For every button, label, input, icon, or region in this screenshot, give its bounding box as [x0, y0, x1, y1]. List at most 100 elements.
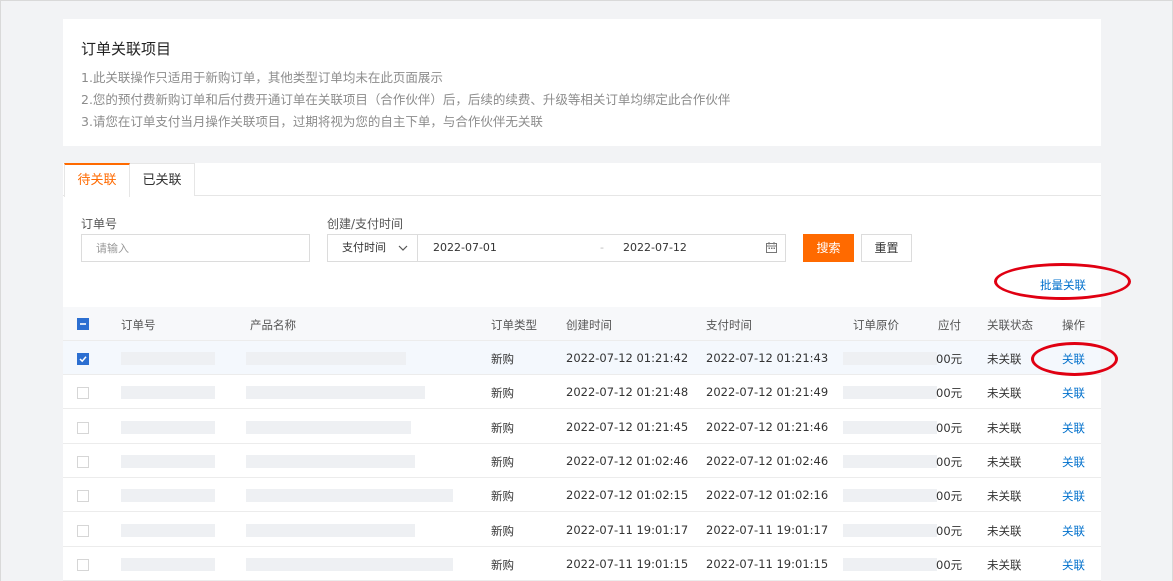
- cell-payable: 00元: [936, 557, 963, 572]
- cell-created: 2022-07-12 01:21:48: [566, 385, 689, 400]
- batch-link-button[interactable]: 批量关联: [1040, 277, 1086, 293]
- row-checkbox[interactable]: [77, 490, 89, 503]
- time-type-value: 支付时间: [342, 241, 386, 254]
- end-date[interactable]: 2022-07-12: [623, 235, 687, 261]
- cell-created: 2022-07-11 19:01:15: [566, 556, 689, 571]
- row-checkbox[interactable]: [77, 558, 89, 571]
- notice-line-1: 1.此关联操作只适用于新购订单，其他类型订单均未在此页面展示: [81, 70, 443, 85]
- redacted-price: [843, 386, 937, 400]
- cell-status: 未关联: [987, 489, 1022, 504]
- redacted-order-no: [121, 386, 215, 400]
- cell-payable: 00元: [936, 386, 963, 401]
- cell-status: 未关联: [987, 523, 1022, 538]
- link-action[interactable]: 关联: [1062, 351, 1085, 367]
- order-no-input[interactable]: [81, 234, 310, 262]
- cell-paid: 2022-07-12 01:21:43: [706, 351, 829, 365]
- cell-payable: 00元: [936, 420, 963, 435]
- redacted-product: [246, 386, 425, 400]
- redacted-order-no: [121, 352, 215, 365]
- redacted-product: [246, 557, 453, 571]
- cell-paid: 2022-07-11 19:01:15: [706, 556, 829, 571]
- link-action[interactable]: 关联: [1062, 454, 1085, 470]
- notice-line-3: 3.请您在订单支付当月操作关联项目，过期将视为您的自主下单，与合作伙伴无关联: [81, 114, 543, 129]
- cell-type: 新购: [491, 386, 514, 401]
- cell-status: 未关联: [987, 557, 1022, 572]
- cell-type: 新购: [491, 454, 514, 469]
- cell-created: 2022-07-12 01:21:45: [566, 419, 689, 434]
- cell-payable: 00元: [936, 454, 963, 469]
- calendar-icon[interactable]: [766, 242, 777, 253]
- search-button[interactable]: 搜索: [803, 234, 854, 262]
- cell-paid: 2022-07-12 01:21:49: [706, 385, 829, 400]
- cell-paid: 2022-07-12 01:02:16: [706, 488, 829, 503]
- cell-payable: 00元: [936, 523, 963, 538]
- header-order-no: 订单号: [121, 318, 156, 332]
- cell-created: 2022-07-12 01:02:46: [566, 453, 689, 468]
- table-row[interactable]: 新购 2022-07-11 19:01:17 2022-07-11 19:01:17…: [63, 513, 1101, 547]
- tab-pending[interactable]: 待关联: [64, 163, 130, 197]
- link-action[interactable]: 关联: [1062, 557, 1085, 573]
- cell-paid: 2022-07-12 01:02:46: [706, 453, 829, 468]
- cell-created: 2022-07-11 19:01:17: [566, 522, 689, 537]
- cell-status: 未关联: [987, 386, 1022, 401]
- time-label: 创建/支付时间: [327, 217, 404, 231]
- redacted-order-no: [121, 523, 215, 537]
- row-checkbox[interactable]: [77, 353, 89, 365]
- cell-paid: 2022-07-12 01:21:46: [706, 419, 829, 434]
- header-paid: 支付时间: [706, 318, 752, 332]
- date-range-picker[interactable]: 2022-07-01 - 2022-07-12: [417, 234, 786, 262]
- link-action[interactable]: 关联: [1062, 523, 1085, 539]
- header-price: 订单原价: [853, 318, 899, 332]
- cell-payable: 00元: [936, 352, 963, 366]
- redacted-price: [843, 352, 937, 365]
- cell-type: 新购: [491, 523, 514, 538]
- redacted-order-no: [121, 489, 215, 503]
- select-all-checkbox[interactable]: [77, 318, 89, 330]
- cell-created: 2022-07-12 01:02:15: [566, 488, 689, 503]
- cell-type: 新购: [491, 489, 514, 504]
- table-row[interactable]: 新购 2022-07-11 19:01:15 2022-07-11 19:01:15…: [63, 547, 1101, 581]
- chevron-down-icon: [398, 245, 408, 251]
- redacted-product: [246, 489, 453, 503]
- table-header: 订单号 产品名称 订单类型 创建时间 支付时间 订单原价 应付 关联状态 操作: [63, 307, 1101, 341]
- notice-line-2: 2.您的预付费新购订单和后付费开通订单在关联项目（合作伙伴）后，后续的续费、升级…: [81, 92, 731, 107]
- table-row[interactable]: 新购 2022-07-12 01:02:46 2022-07-12 01:02:46…: [63, 444, 1101, 478]
- cell-status: 未关联: [987, 352, 1022, 366]
- minus-icon: [80, 323, 86, 325]
- cell-type: 新购: [491, 352, 514, 366]
- date-separator: -: [600, 241, 604, 254]
- row-checkbox[interactable]: [77, 421, 89, 434]
- redacted-product: [246, 352, 406, 365]
- table-row[interactable]: 新购 2022-07-12 01:21:48 2022-07-12 01:21:49…: [63, 375, 1101, 410]
- time-type-select[interactable]: 支付时间: [327, 234, 418, 262]
- cell-type: 新购: [491, 420, 514, 435]
- row-checkbox[interactable]: [77, 524, 89, 537]
- notice-panel: 订单关联项目 1.此关联操作只适用于新购订单，其他类型订单均未在此页面展示 2.…: [63, 19, 1101, 146]
- redacted-order-no: [121, 557, 215, 571]
- link-action[interactable]: 关联: [1062, 385, 1085, 401]
- row-checkbox[interactable]: [77, 387, 89, 400]
- redacted-price: [843, 454, 937, 468]
- table-row[interactable]: 新购 2022-07-12 01:21:42 2022-07-12 01:21:43…: [63, 341, 1101, 375]
- redacted-order-no: [121, 454, 215, 468]
- link-action[interactable]: 关联: [1062, 488, 1085, 504]
- cell-payable: 00元: [936, 489, 963, 504]
- start-date[interactable]: 2022-07-01: [433, 235, 497, 261]
- table-row[interactable]: 新购 2022-07-12 01:02:15 2022-07-12 01:02:16…: [63, 478, 1101, 513]
- tab-linked[interactable]: 已关联: [129, 163, 195, 196]
- row-checkbox[interactable]: [77, 455, 89, 468]
- redacted-product: [246, 420, 411, 434]
- cell-status: 未关联: [987, 420, 1022, 435]
- reset-button[interactable]: 重置: [861, 234, 912, 262]
- redacted-price: [843, 489, 937, 503]
- table-row[interactable]: 新购 2022-07-12 01:21:45 2022-07-12 01:21:46…: [63, 410, 1101, 444]
- header-payable: 应付: [938, 318, 961, 332]
- tab-bar: 已关联 待关联: [63, 163, 1101, 197]
- notice-title: 订单关联项目: [81, 40, 172, 58]
- cell-paid: 2022-07-11 19:01:17: [706, 522, 829, 537]
- cell-status: 未关联: [987, 454, 1022, 469]
- cell-type: 新购: [491, 557, 514, 572]
- check-icon: [79, 356, 87, 363]
- header-type: 订单类型: [491, 318, 537, 332]
- link-action[interactable]: 关联: [1062, 420, 1085, 436]
